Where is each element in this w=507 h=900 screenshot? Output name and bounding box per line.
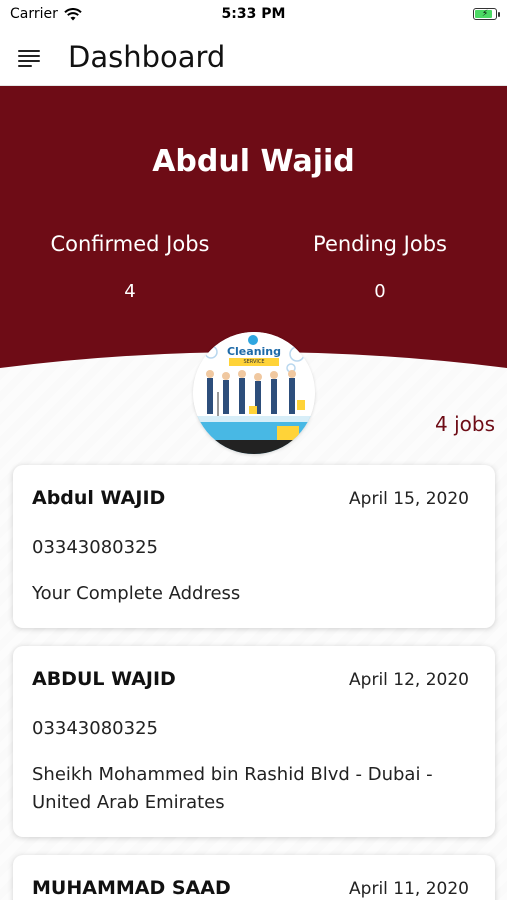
confirmed-jobs-stat[interactable]: Confirmed Jobs 4	[30, 232, 230, 302]
page-title: Dashboard	[68, 39, 226, 74]
job-address: Your Complete Address	[32, 583, 241, 604]
job-customer-name: MUHAMMAD SAAD	[32, 877, 231, 899]
company-logo: Cleaning SERVICE	[193, 332, 315, 454]
job-customer-name: ABDUL WAJID	[32, 668, 176, 690]
logo-subtitle: SERVICE	[229, 358, 279, 366]
status-time: 5:33 PM	[221, 6, 286, 22]
pending-jobs-value: 0	[374, 281, 386, 302]
job-card[interactable]: Abdul WAJID April 15, 2020 03343080325 Y…	[13, 465, 495, 628]
logo-title: Cleaning	[226, 345, 282, 358]
job-date: April 12, 2020	[349, 670, 469, 690]
jobs-count: 4 jobs	[435, 412, 495, 436]
battery-icon: ⚡	[473, 8, 500, 20]
profile-name: Abdul Wajid	[152, 144, 355, 179]
job-phone: 03343080325	[32, 718, 158, 739]
confirmed-jobs-label: Confirmed Jobs	[50, 232, 210, 256]
job-date: April 15, 2020	[349, 489, 469, 509]
job-card[interactable]: ABDUL WAJID April 12, 2020 03343080325 S…	[13, 646, 495, 837]
charging-bolt-icon: ⚡	[481, 9, 489, 19]
pending-jobs-stat[interactable]: Pending Jobs 0	[280, 232, 480, 302]
pending-jobs-label: Pending Jobs	[313, 232, 447, 256]
job-card[interactable]: MUHAMMAD SAAD April 11, 2020	[13, 855, 495, 900]
job-phone: 03343080325	[32, 537, 158, 558]
job-address: Sheikh Mohammed bin Rashid Blvd - Dubai …	[32, 764, 433, 813]
job-date: April 11, 2020	[349, 879, 469, 899]
hamburger-menu-icon[interactable]	[18, 48, 40, 67]
job-customer-name: Abdul WAJID	[32, 487, 166, 509]
confirmed-jobs-value: 4	[124, 281, 136, 302]
nav-header: Dashboard	[0, 28, 507, 86]
status-bar: Carrier 5:33 PM ⚡	[0, 0, 507, 28]
